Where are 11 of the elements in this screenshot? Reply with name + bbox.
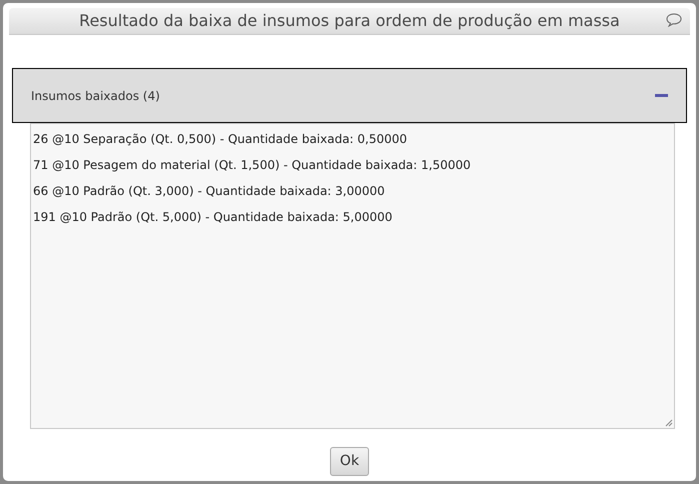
ok-button[interactable]: Ok bbox=[330, 447, 370, 476]
resize-handle-icon[interactable] bbox=[665, 419, 673, 427]
dialog-title: Resultado da baixa de insumos para ordem de produção em massa bbox=[79, 10, 620, 32]
result-line: 66 @10 Padrão (Qt. 3,000) - Quantidade baixada: 3,00000 bbox=[33, 183, 386, 200]
text-area[interactable] bbox=[30, 123, 675, 429]
result-line: 26 @10 Separação (Qt. 0,500) - Quantidade baixada: 0,50000 bbox=[33, 131, 408, 148]
result-line: 71 @10 Pesagem do material (Qt. 1,500) - Quantidade baixada: 1,50000 bbox=[33, 157, 472, 174]
panel-header[interactable]: Insumos baixados (4) bbox=[12, 68, 687, 123]
speech-bubble-icon[interactable] bbox=[666, 13, 682, 27]
result-line: 191 @10 Padrão (Qt. 5,000) - Quantidade baixada: 5,00000 bbox=[33, 209, 394, 226]
panel-title: Insumos baixados (4) bbox=[31, 88, 160, 104]
